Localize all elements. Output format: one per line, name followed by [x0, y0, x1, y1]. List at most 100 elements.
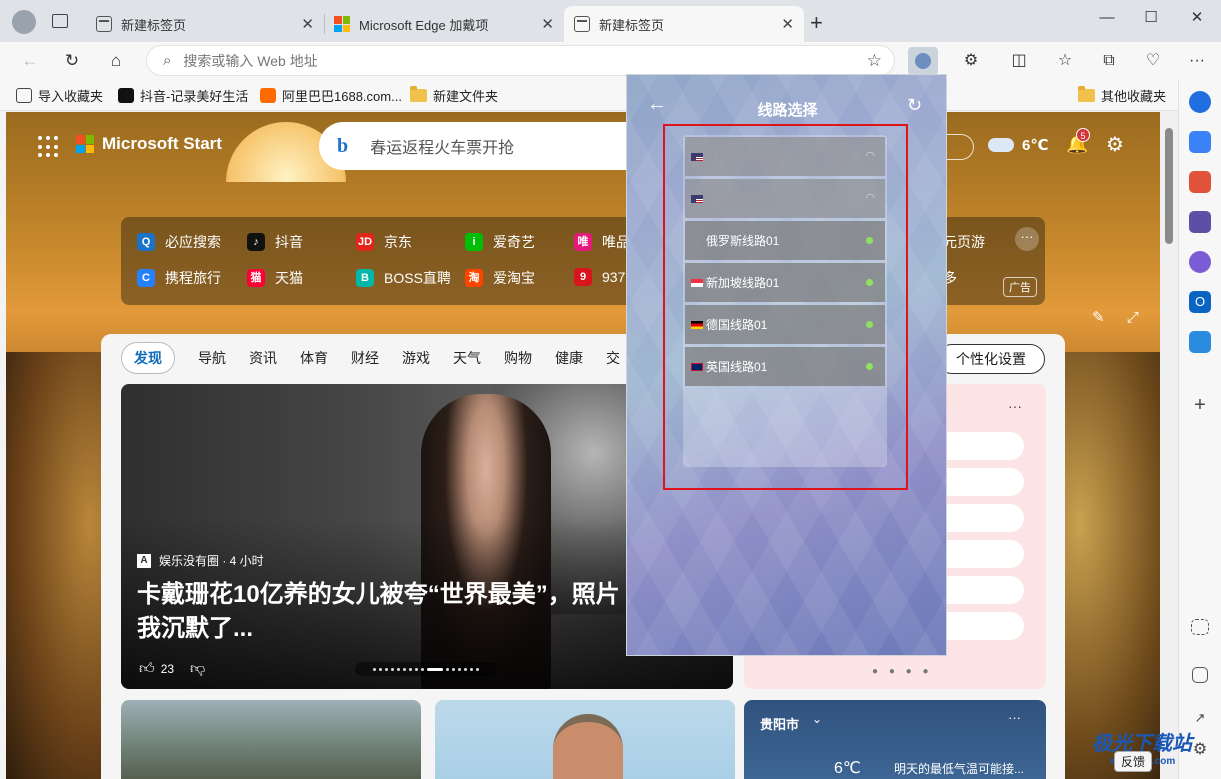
- refresh-icon[interactable]: ↻: [907, 95, 922, 116]
- weather-widget[interactable]: 6℃: [988, 136, 1049, 154]
- feed-tab[interactable]: 天气: [453, 348, 481, 368]
- quicklink-bing[interactable]: Q 必应搜索: [137, 232, 221, 252]
- refresh-icon[interactable]: ↻: [58, 47, 86, 75]
- feed-tab[interactable]: 资讯: [249, 348, 277, 368]
- weather-city[interactable]: 贵阳市: [760, 714, 799, 733]
- add-icon[interactable]: +: [1189, 394, 1211, 416]
- iqiyi-icon: i: [465, 233, 483, 251]
- carousel-dots[interactable]: [355, 662, 497, 676]
- article-thumbnail[interactable]: [435, 700, 735, 779]
- feed-tab[interactable]: 购物: [504, 348, 532, 368]
- tmall-icon: 猫: [247, 269, 265, 287]
- collections-icon[interactable]: ⧉: [1094, 47, 1124, 75]
- extension-active-icon[interactable]: [908, 47, 938, 75]
- quicklink-tmall[interactable]: 猫天猫: [247, 268, 303, 288]
- cloud-icon: [988, 138, 1014, 152]
- tab-newtab-1[interactable]: 新建标签页 ✕: [86, 6, 324, 42]
- weather-card[interactable]: 贵阳市 ⌄ ··· 6℃ 明天的最低气温可能接...: [744, 700, 1046, 779]
- feed-tab[interactable]: 健康: [555, 348, 583, 368]
- open-external-icon[interactable]: ↗: [1189, 707, 1211, 729]
- favorites-icon[interactable]: ☆: [1050, 47, 1080, 75]
- feed-tab[interactable]: 发现: [121, 342, 175, 374]
- split-screen-icon[interactable]: ◫: [1004, 47, 1034, 75]
- bookmark-alibaba[interactable]: 阿里巴巴1688.com...: [260, 86, 402, 105]
- feedback-button[interactable]: 反馈: [1114, 751, 1153, 772]
- sidebar-toggle-icon[interactable]: [1192, 667, 1208, 683]
- new-tab-button[interactable]: +: [810, 10, 823, 36]
- more-icon[interactable]: ···: [1182, 47, 1212, 75]
- microsoft-logo-icon: [76, 135, 94, 153]
- profile-avatar[interactable]: [12, 10, 36, 34]
- weather-card-desc: 明天的最低气温可能接...: [894, 762, 1025, 776]
- feed-tab[interactable]: 游戏: [402, 348, 430, 368]
- outlook-icon[interactable]: O: [1189, 291, 1211, 313]
- dislike-icon[interactable]: 👎︎: [190, 660, 205, 678]
- feed-tab[interactable]: 体育: [300, 348, 328, 368]
- quicklink-boss[interactable]: B BOSS直聘: [356, 268, 451, 288]
- toolbox-icon[interactable]: [1189, 171, 1211, 193]
- maximize-button[interactable]: ☐: [1128, 6, 1174, 30]
- screenshot-icon[interactable]: [1191, 619, 1209, 635]
- feed-tab[interactable]: 财经: [351, 348, 379, 368]
- bookmark-douyin[interactable]: 抖音-记录美好生活: [118, 86, 248, 105]
- close-tab-icon[interactable]: ✕: [781, 15, 794, 33]
- card-more-icon[interactable]: ···: [1008, 710, 1021, 725]
- personalize-button[interactable]: 个性化设置: [937, 344, 1045, 374]
- like-icon[interactable]: 👍︎: [139, 660, 155, 678]
- annotation-highlight-box: [663, 124, 908, 490]
- favorite-star-icon[interactable]: ☆: [867, 51, 882, 71]
- close-tab-icon[interactable]: ✕: [301, 15, 314, 33]
- feed-tab[interactable]: 交: [606, 348, 620, 368]
- card-more-icon[interactable]: ···: [1008, 398, 1022, 414]
- minimize-button[interactable]: —: [1084, 6, 1130, 30]
- quicklink-douyin[interactable]: ♪ 抖音: [247, 232, 303, 252]
- extensions-icon[interactable]: ⚙: [956, 47, 986, 75]
- article-reactions: 👍︎ 23 👎︎: [139, 660, 205, 678]
- expand-icon[interactable]: ⤢: [1127, 309, 1139, 326]
- douyin-icon: ♪: [247, 233, 265, 251]
- edit-background-icon[interactable]: ✎: [1092, 309, 1105, 326]
- copilot-icon[interactable]: [1189, 91, 1211, 113]
- quicklink-label: 天猫: [275, 270, 303, 286]
- quicklinks-more-button[interactable]: ···: [1015, 227, 1039, 251]
- article-title[interactable]: 卡戴珊花10亿养的女儿被夸“世界最美”，照片我沉默了...: [137, 578, 637, 646]
- quicklink-jd[interactable]: JD 京东: [356, 232, 412, 252]
- scrollbar-thumb[interactable]: [1165, 128, 1173, 244]
- bookmark-new-folder[interactable]: 新建文件夹: [410, 86, 498, 105]
- tab-edge-addons[interactable]: Microsoft Edge 加戴项 ✕: [324, 6, 564, 42]
- tag-icon[interactable]: [1189, 131, 1211, 153]
- quicklink-label: 抖音: [275, 234, 303, 250]
- quicklink-9377[interactable]: 9 9377: [574, 268, 633, 286]
- tab-newtab-active[interactable]: 新建标签页 ✕: [564, 6, 804, 42]
- taobao-icon: 淘: [465, 269, 483, 287]
- performance-icon[interactable]: ♡: [1138, 47, 1168, 75]
- quicklink-partial[interactable]: 元页游: [943, 232, 985, 252]
- close-window-button[interactable]: ✕: [1174, 6, 1220, 30]
- feed-tab[interactable]: 导航: [198, 348, 226, 368]
- chevron-down-icon[interactable]: ⌄: [812, 712, 822, 726]
- other-favorites[interactable]: 其他收藏夹: [1078, 86, 1166, 105]
- quicklink-ctrip[interactable]: C 携程旅行: [137, 268, 221, 288]
- send-icon[interactable]: [1189, 331, 1211, 353]
- card-page-dots[interactable]: ● ● ● ●: [872, 666, 933, 677]
- home-icon[interactable]: ⌂: [102, 47, 130, 75]
- microsoft365-icon[interactable]: [1189, 251, 1211, 273]
- notifications-bell-icon[interactable]: 🔔 5: [1066, 128, 1090, 155]
- quicklink-iqiyi[interactable]: i 爱奇艺: [465, 232, 535, 252]
- quicklink-vip[interactable]: 唯唯品: [574, 232, 630, 252]
- settings-icon[interactable]: ⚙: [1189, 739, 1211, 761]
- bookmark-import[interactable]: 导入收藏夹: [16, 86, 103, 105]
- address-bar[interactable]: ⌕ 搜索或输入 Web 地址 ☆: [146, 45, 895, 76]
- tab-actions-icon[interactable]: [52, 14, 68, 28]
- partial-button[interactable]: [946, 134, 974, 160]
- games-icon[interactable]: [1189, 211, 1211, 233]
- settings-gear-icon[interactable]: ⚙: [1106, 132, 1124, 157]
- quicklink-aitaobao[interactable]: 淘爱淘宝: [465, 268, 535, 288]
- page-scrollbar[interactable]: [1160, 112, 1178, 779]
- back-icon[interactable]: ←: [16, 47, 44, 75]
- app-launcher-icon[interactable]: [38, 136, 60, 158]
- close-tab-icon[interactable]: ✕: [541, 15, 554, 33]
- microsoft-start-brand[interactable]: Microsoft Start: [76, 134, 222, 154]
- article-thumbnail[interactable]: [121, 700, 421, 779]
- bing-search-box[interactable]: b 春运返程火车票开抢: [319, 122, 639, 170]
